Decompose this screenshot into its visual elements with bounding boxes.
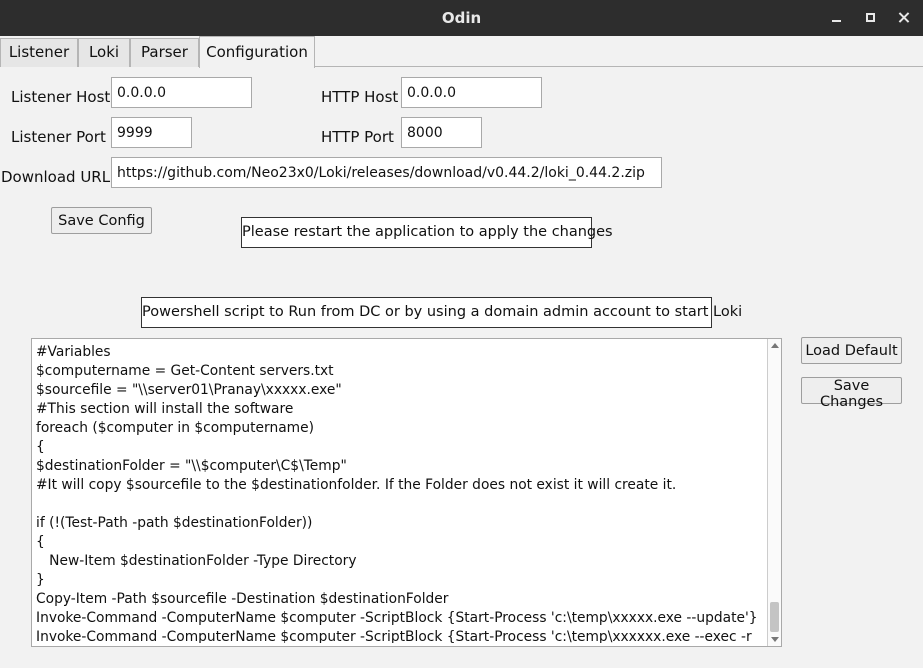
http-port-label: HTTP Port <box>321 128 394 146</box>
tab-configuration[interactable]: Configuration <box>199 36 315 68</box>
code-line: Invoke-Command -ComputerName $computer -… <box>36 629 752 643</box>
tab-parser[interactable]: Parser <box>130 38 199 67</box>
scrollbar-thumb[interactable] <box>770 602 779 632</box>
download-url-label: Download URL <box>1 168 111 186</box>
scroll-down-icon[interactable] <box>771 637 779 642</box>
scroll-up-icon[interactable] <box>771 343 779 348</box>
code-line: New-Item $destinationFolder -Type Direct… <box>36 553 357 569</box>
code-line: } <box>36 572 45 588</box>
code-line: #This section will install the software <box>36 401 294 417</box>
vertical-scrollbar[interactable] <box>767 339 781 646</box>
listener-port-label: Listener Port <box>11 128 106 146</box>
close-icon[interactable] <box>893 7 915 29</box>
save-changes-button[interactable]: Save Changes <box>801 377 902 410</box>
http-host-input[interactable] <box>401 77 542 108</box>
code-line: #It will copy $sourcefile to the $destin… <box>36 477 677 493</box>
code-line: $destinationFolder = "\\$computer\C$\Tem… <box>36 458 347 474</box>
code-line: if (!(Test-Path -path $destinationFolder… <box>36 515 313 531</box>
script-editor[interactable]: #Variables $computername = Get-Content se… <box>31 338 782 647</box>
tab-bar: Listener Loki Parser Configuration <box>0 36 923 68</box>
listener-port-input[interactable] <box>111 117 192 148</box>
code-line: { <box>36 439 45 455</box>
save-config-button[interactable]: Save Config <box>51 207 152 234</box>
code-line: $sourcefile = "\\server01\Pranay\xxxxx.e… <box>36 382 342 398</box>
window-title: Odin <box>441 9 482 27</box>
http-host-label: HTTP Host <box>321 88 399 106</box>
code-line: #Variables <box>36 344 111 360</box>
tab-listener[interactable]: Listener <box>0 38 78 67</box>
code-line: Copy-Item -Path $sourcefile -Destination… <box>36 591 449 607</box>
http-port-input[interactable] <box>401 117 482 148</box>
load-default-button[interactable]: Load Default <box>801 337 902 364</box>
minimize-icon[interactable] <box>826 7 848 29</box>
code-line: Invoke-Command -ComputerName $computer -… <box>36 610 758 626</box>
listener-host-label: Listener Host <box>11 88 111 106</box>
script-heading: Powershell script to Run from DC or by u… <box>141 297 742 328</box>
script-text[interactable]: #Variables $computername = Get-Content se… <box>36 343 766 643</box>
restart-notice: Please restart the application to apply … <box>241 217 613 248</box>
download-url-input[interactable] <box>111 157 662 188</box>
maximize-icon[interactable] <box>860 7 882 29</box>
tab-loki[interactable]: Loki <box>78 38 130 67</box>
code-line: $computername = Get-Content servers.txt <box>36 363 334 379</box>
title-bar: Odin <box>0 0 923 36</box>
code-line: { <box>36 534 45 550</box>
code-line: foreach ($computer in $computername) <box>36 420 314 436</box>
listener-host-input[interactable] <box>111 77 252 108</box>
